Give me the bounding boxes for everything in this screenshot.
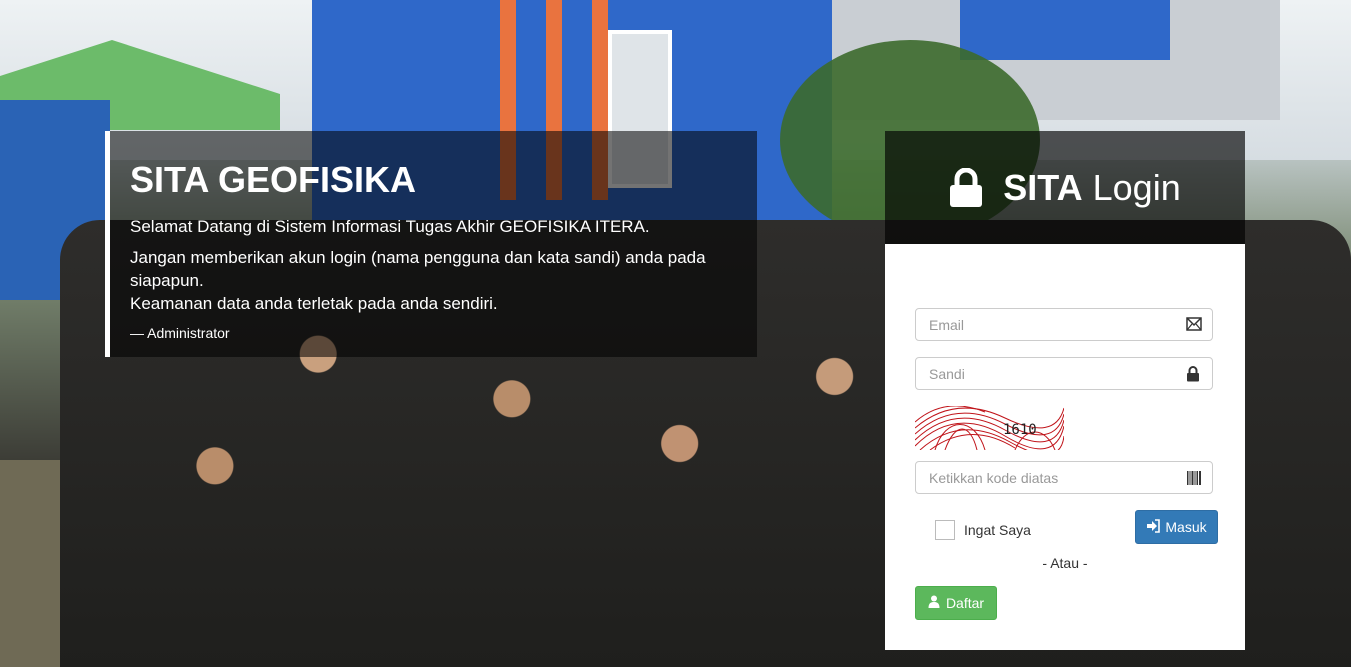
email-field [915, 308, 1213, 341]
or-divider: - Atau - [1042, 555, 1088, 571]
barcode-icon [1186, 470, 1202, 486]
email-input[interactable] [916, 309, 1179, 340]
sign-in-icon [1146, 518, 1161, 536]
captcha-input[interactable] [916, 462, 1179, 493]
warning-line-2: Keamanan data anda terletak pada anda se… [130, 294, 498, 313]
login-button-label: Masuk [1165, 519, 1207, 535]
password-field [915, 357, 1213, 390]
warning-line-1: Jangan memberikan akun login (nama pengg… [130, 248, 706, 290]
welcome-title: SITA GEOFISIKA [130, 159, 417, 200]
captcha-field [915, 461, 1213, 494]
user-icon [928, 595, 940, 611]
password-input[interactable] [916, 358, 1179, 389]
welcome-warning: Jangan memberikan akun login (nama pengg… [130, 246, 737, 315]
remember-checkbox[interactable] [935, 520, 955, 540]
envelope-icon [1186, 317, 1202, 333]
login-title: SITA Login [1003, 166, 1181, 208]
welcome-greeting: Selamat Datang di Sistem Informasi Tugas… [130, 217, 650, 236]
captcha-image: 1610 [915, 406, 1064, 450]
remember-me[interactable]: Ingat Saya [935, 520, 1031, 540]
login-form: 1610 Ingat Saya Masuk - Atau - [885, 244, 1245, 650]
captcha-text: 1610 [1003, 422, 1037, 438]
register-button-label: Daftar [945, 595, 985, 611]
login-button[interactable]: Masuk [1135, 510, 1218, 544]
login-header: SITA Login [885, 131, 1245, 244]
welcome-signature: — Administrator [130, 325, 230, 341]
lock-icon [949, 167, 983, 208]
remember-label: Ingat Saya [964, 522, 1031, 538]
register-button[interactable]: Daftar [915, 586, 997, 620]
welcome-panel: SITA GEOFISIKA Selamat Datang di Sistem … [105, 131, 757, 357]
lock-icon [1186, 366, 1202, 382]
